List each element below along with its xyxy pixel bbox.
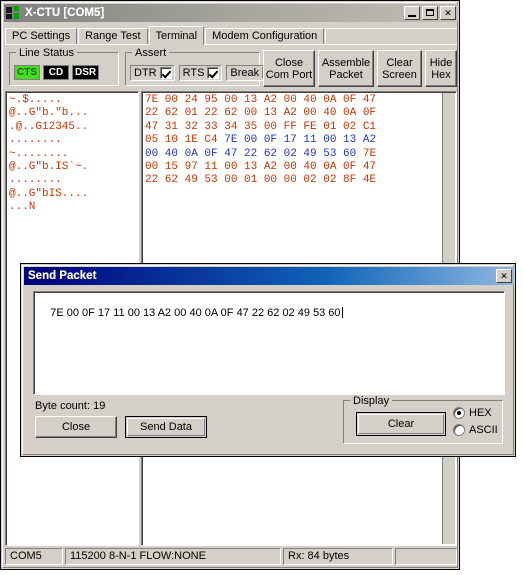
hex-line: 47 31 32 33 34 35 00 FF FE 01 02 C1: [145, 121, 456, 134]
send-data-button[interactable]: Send Data: [125, 416, 207, 438]
display-mode-ascii[interactable]: ASCII: [453, 424, 498, 436]
hex-segment: 7E: [362, 147, 377, 160]
hex-segment: 7E 00 24 95 00 13 A2 00 40 0A 0F 47: [145, 94, 377, 106]
assert-dtr-checkbox[interactable]: [159, 67, 172, 79]
clear-screen-button[interactable]: Clear Screen: [377, 50, 422, 87]
line-status-legend: Line Status: [16, 47, 78, 59]
hex-line: 00 40 0A 0F 47 22 62 02 49 53 60 7E: [145, 148, 456, 161]
terminal-toolbar: Line Status CTS CD DSR Assert DTR RTS Br…: [5, 45, 457, 90]
clear-display-button-label: Clear: [387, 418, 415, 430]
tab-range-test[interactable]: Range Test: [78, 28, 148, 44]
hex-segment: 7E 00 0F 17 11 00 13 A2: [224, 134, 377, 147]
send-packet-dialog: Send Packet ✕ 7E 00 0F 17 11 00 13 A2 00…: [20, 263, 516, 457]
radio-hex-label: HEX: [469, 407, 492, 419]
hide-hex-button[interactable]: Hide Hex: [425, 50, 457, 87]
assert-rts-label: RTS: [182, 67, 205, 79]
ascii-line: ........: [9, 174, 62, 187]
tab-pc-settings[interactable]: PC Settings: [5, 28, 78, 44]
ascii-line: ........: [9, 134, 62, 147]
hex-line: 00 15 97 11 00 13 A2 00 40 0A 0F 47: [145, 161, 456, 174]
display-mode-hex[interactable]: HEX: [453, 407, 492, 419]
led-cd: CD: [43, 65, 69, 80]
hex-segment: 22 62 49 53 00 01 00 00 02 02 8F 4E: [145, 174, 377, 187]
status-port: COM5: [5, 548, 63, 565]
ascii-line: @..G"b."b...: [9, 107, 89, 120]
close-icon[interactable]: ✕: [440, 6, 456, 20]
assert-legend: Assert: [132, 47, 170, 59]
window-title: X-CTU [COM5]: [25, 7, 105, 19]
ascii-line: @..G"b.IS`~.: [9, 161, 89, 174]
led-cts: CTS: [14, 65, 40, 80]
led-dsr: DSR: [72, 65, 100, 80]
assert-break-label: Break: [230, 67, 260, 79]
assert-group: Assert DTR RTS Break: [125, 47, 278, 86]
ascii-output-text: ~.$..... @..G"b."b... .@..G12345..........…: [9, 94, 138, 215]
assemble-packet-button[interactable]: Assemble Packet: [318, 50, 374, 87]
send-data-button-label: Send Data: [140, 421, 192, 433]
ascii-line: .@..G12345..: [9, 120, 89, 133]
hex-segment: 00 40 0A 0F 47 22 62 02 49 53 60: [145, 147, 363, 160]
ascii-line: ~........: [9, 147, 69, 160]
tab-terminal[interactable]: Terminal: [148, 26, 205, 45]
assert-rts-checkbox[interactable]: [207, 67, 220, 79]
window-controls: ✕: [404, 6, 458, 20]
minimize-button[interactable]: [404, 6, 420, 20]
byte-count-label: Byte count: 19: [35, 400, 106, 412]
packet-input[interactable]: 7E 00 0F 17 11 00 13 A2 00 40 0A 0F 47 2…: [33, 291, 505, 395]
radio-hex-indicator[interactable]: [453, 407, 465, 419]
dialog-close-icon[interactable]: ✕: [496, 269, 512, 283]
line-status-leds: CTS CD DSR: [14, 65, 100, 80]
radio-ascii-indicator[interactable]: [453, 424, 465, 436]
radio-ascii-label: ASCII: [469, 424, 498, 436]
ascii-line: ~.$.....: [9, 94, 62, 106]
hex-line: 22 62 49 53 00 01 00 00 02 02 8F 4E: [145, 174, 456, 187]
close-com-port-button[interactable]: Close Com Port: [263, 50, 315, 87]
assert-dtr[interactable]: DTR: [130, 65, 175, 81]
tab-strip: PC Settings Range Test Terminal Modem Co…: [5, 26, 457, 45]
status-extra: [395, 548, 457, 565]
maximize-button[interactable]: [422, 6, 438, 20]
display-legend: Display: [350, 395, 393, 407]
app-icon: [6, 6, 22, 20]
tab-strip-filler: [325, 28, 457, 44]
hex-segment: 47 31 32 33 34 35 00 FF FE 01 02 C1: [145, 120, 377, 133]
tab-modem-configuration[interactable]: Modem Configuration: [205, 28, 325, 44]
status-config: 115200 8-N-1 FLOW:NONE: [65, 548, 281, 565]
title-bar[interactable]: X-CTU [COM5] ✕: [4, 4, 458, 22]
dialog-window-controls: ✕: [496, 269, 514, 283]
ascii-line: @..G"bIS....: [9, 187, 89, 200]
status-bar: COM5 115200 8-N-1 FLOW:NONE Rx: 84 bytes: [5, 548, 457, 565]
clear-display-button[interactable]: Clear: [356, 412, 446, 436]
dialog-title-bar[interactable]: Send Packet ✕: [24, 267, 514, 285]
hex-line: 05 10 1E C4 7E 00 0F 17 11 00 13 A2: [145, 134, 456, 147]
hex-line: 22 62 01 22 62 00 13 A2 00 40 0A 0F: [145, 107, 456, 120]
hex-segment: 05 10 1E C4: [145, 134, 225, 147]
ascii-line: ...N: [9, 201, 36, 214]
hex-segment: 22 62 01 22 62 00 13 A2 00 40 0A 0F: [145, 107, 377, 120]
assert-controls: DTR RTS Break: [130, 65, 278, 81]
dialog-title: Send Packet: [28, 270, 97, 282]
packet-input-value: 7E 00 0F 17 11 00 13 A2 00 40 0A 0F 47 2…: [50, 307, 341, 319]
hex-output-text: 7E 00 24 95 00 13 A2 00 40 0A 0F 47 22 62…: [145, 94, 456, 188]
hex-segment: 00 15 97 11 00 13 A2 00 40 0A 0F 47: [145, 161, 377, 174]
line-status-group: Line Status CTS CD DSR: [9, 47, 119, 86]
hex-line: 7E 00 24 95 00 13 A2 00 40 0A 0F 47: [145, 94, 456, 107]
assert-dtr-label: DTR: [134, 67, 157, 79]
dialog-close-button[interactable]: Close: [35, 416, 117, 438]
assert-rts[interactable]: RTS: [178, 65, 223, 81]
text-caret: [341, 307, 343, 318]
status-rx-bytes: Rx: 84 bytes: [283, 548, 393, 565]
